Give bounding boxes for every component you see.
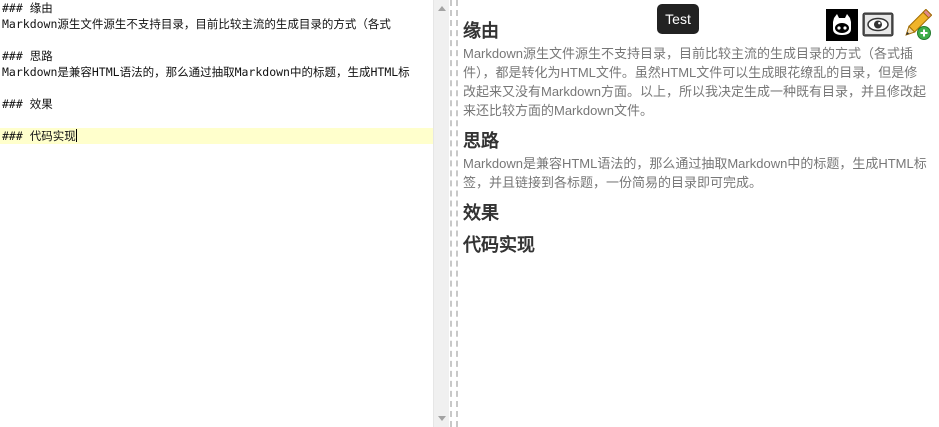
editor-line[interactable]: Markdown源生文件源生不支持目录，目前比较主流的生成目录的方式（各式 <box>2 16 433 32</box>
editor-line[interactable] <box>2 112 433 128</box>
editor-line[interactable] <box>2 32 433 48</box>
preview-heading: 效果 <box>463 203 499 223</box>
editor-active-line[interactable]: ### 代码实现 <box>0 128 433 144</box>
preview-heading: 代码实现 <box>463 235 535 255</box>
editor-line[interactable] <box>2 80 433 96</box>
pencil-add-icon <box>905 8 933 40</box>
editor-scrollbar[interactable] <box>433 0 449 427</box>
tooltip: Test <box>657 4 699 34</box>
preview-paragraph: Markdown源生文件源生不支持目录，目前比较主流的生成目录的方式（各式插件）… <box>463 46 926 118</box>
preview-content: 缘由 Markdown源生文件源生不支持目录，目前比较主流的生成目录的方式（各式… <box>463 18 931 258</box>
markdown-preview: 缘由 Markdown源生文件源生不支持目录，目前比较主流的生成目录的方式（各式… <box>458 0 939 427</box>
github-octocat-icon <box>826 9 858 41</box>
scroll-up-arrow-icon[interactable] <box>438 6 446 11</box>
preview-button[interactable] <box>862 9 894 41</box>
pane-splitter[interactable] <box>450 0 458 427</box>
scroll-down-arrow-icon[interactable] <box>438 416 446 421</box>
edit-button[interactable] <box>900 8 933 41</box>
preview-screen-icon <box>862 12 894 37</box>
editor-line[interactable]: ### 缘由 <box>2 0 433 16</box>
markdown-source-editor[interactable]: ### 缘由 Markdown源生文件源生不支持目录，目前比较主流的生成目录的方… <box>0 0 433 427</box>
text-caret <box>75 129 77 142</box>
editor-line[interactable]: ### 思路 <box>2 48 433 64</box>
editor-line[interactable]: Markdown是兼容HTML语法的，那么通过抽取Markdown中的标题，生成… <box>2 64 433 80</box>
markdown-editor-app: ### 缘由 Markdown源生文件源生不支持目录，目前比较主流的生成目录的方… <box>0 0 939 427</box>
preview-paragraph: Markdown是兼容HTML语法的，那么通过抽取Markdown中的标题，生成… <box>463 156 927 190</box>
editor-lines: ### 缘由 Markdown源生文件源生不支持目录，目前比较主流的生成目录的方… <box>0 0 433 144</box>
preview-heading: 思路 <box>463 131 499 151</box>
github-button[interactable] <box>826 9 858 41</box>
editor-line[interactable]: ### 效果 <box>2 96 433 112</box>
editor-line-text: ### 代码实现 <box>2 129 76 143</box>
